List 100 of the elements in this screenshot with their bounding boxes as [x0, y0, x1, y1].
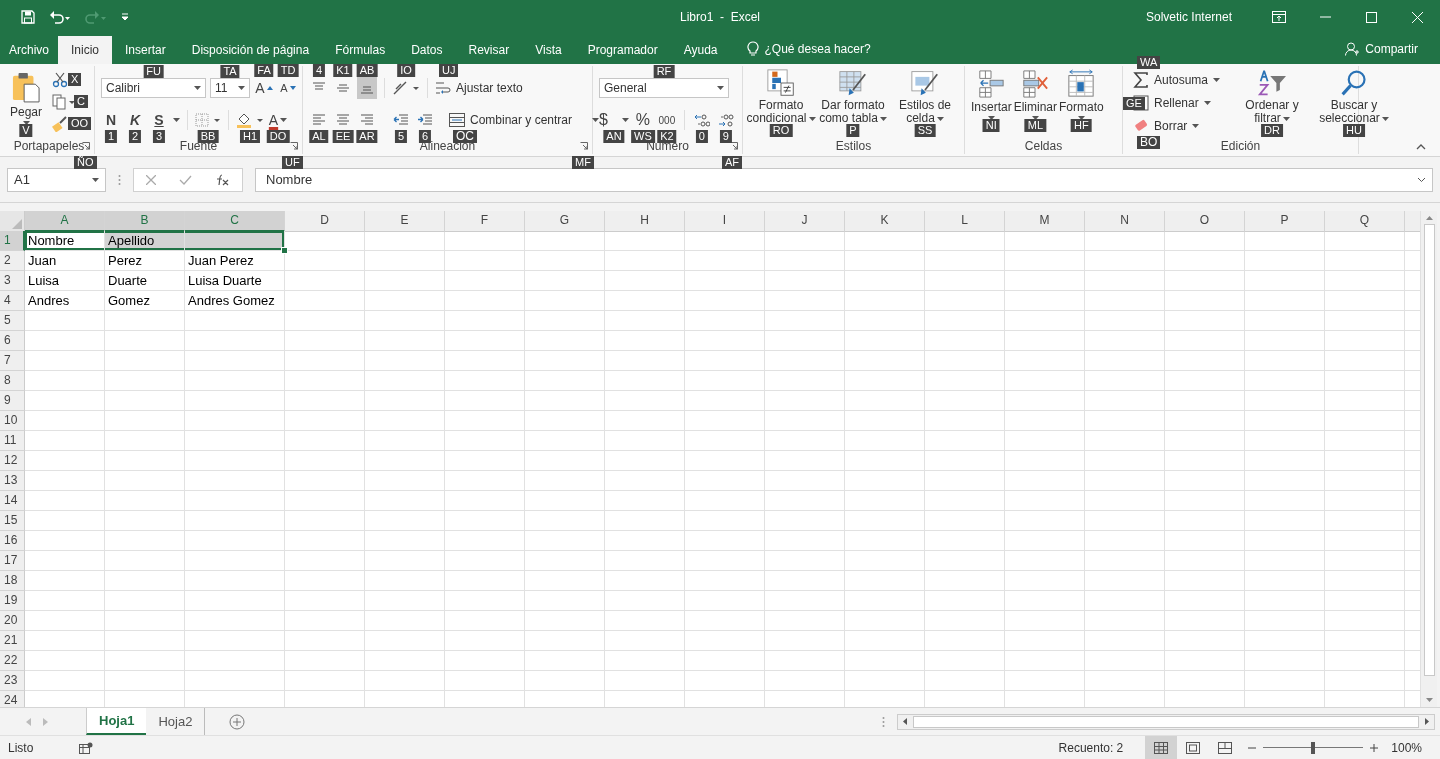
row-header[interactable]: 24	[0, 691, 25, 707]
keytip-tooltip: AN	[603, 130, 625, 143]
shrink-font-button[interactable]: A	[278, 77, 298, 99]
row-header[interactable]: 3	[0, 271, 25, 291]
editing-button[interactable]: Borrar	[1133, 115, 1200, 137]
row-header[interactable]: 10	[0, 411, 25, 431]
currency-button[interactable]: $	[599, 109, 629, 131]
underline-button[interactable]: S	[149, 109, 169, 131]
keytip-tooltip: 9	[719, 130, 732, 143]
column-header[interactable]: O	[1165, 211, 1245, 232]
cells-button[interactable]: Insertar	[971, 69, 1012, 120]
sheet-cell[interactable]: Nombre	[25, 231, 105, 251]
ribbon-tab[interactable]: Revisar	[455, 36, 523, 64]
row-header[interactable]: 11	[0, 431, 25, 451]
cell-text: Luisa Duarte	[188, 272, 262, 290]
row-header[interactable]: 21	[0, 631, 25, 651]
tell-me-field[interactable]: ¿Qué desea hacer?	[764, 34, 905, 64]
column-header[interactable]: E	[365, 211, 445, 232]
column-header[interactable]: H	[605, 211, 685, 232]
share-button[interactable]: Compartir	[1345, 34, 1440, 64]
row-header[interactable]: 16	[0, 531, 25, 551]
merge-center-button[interactable]: Combinar y centrar	[449, 109, 600, 131]
column-header[interactable]: G	[525, 211, 605, 232]
cells-button[interactable]: Formato	[1059, 69, 1104, 120]
ribbon-tab[interactable]: Vista	[522, 36, 575, 64]
styles-button[interactable]: Dar formato como tabla	[818, 69, 888, 125]
styles-button[interactable]: Estilos de celda	[890, 69, 960, 125]
column-header[interactable]: I	[685, 211, 765, 232]
row-header[interactable]: 6	[0, 331, 25, 351]
keytip-tooltip: HU	[1343, 124, 1365, 137]
row-header[interactable]: 15	[0, 511, 25, 531]
keytip-tooltip: HF	[1071, 119, 1092, 132]
cell-text: Perez	[108, 252, 142, 270]
ribbon-tab[interactable]: Inicio	[58, 36, 113, 64]
column-header[interactable]: D	[285, 211, 365, 232]
column-header[interactable]: C	[185, 211, 285, 232]
column-header[interactable]: L	[925, 211, 1005, 232]
row-header[interactable]: 9	[0, 391, 25, 411]
paste-button[interactable]: Pegar	[10, 69, 43, 125]
ribbon-tab[interactable]: Disposición de página	[178, 36, 323, 64]
font-color-button[interactable]: A	[268, 109, 288, 131]
keytip-tooltip: DO	[266, 130, 290, 143]
ribbon-tab[interactable]: Datos	[398, 36, 456, 64]
row-header[interactable]: 14	[0, 491, 25, 511]
italic-button[interactable]: K	[125, 109, 145, 131]
row-header[interactable]: 19	[0, 591, 25, 611]
thousands-button[interactable]: 000	[656, 109, 677, 131]
cells-button[interactable]: Eliminar	[1013, 69, 1058, 120]
row-header[interactable]: 7	[0, 351, 25, 371]
name-box[interactable]: A1	[7, 167, 106, 192]
number-format-dropdown[interactable]: General	[599, 78, 729, 98]
column-header[interactable]: F	[445, 211, 525, 232]
ribbon-tab[interactable]: Programador	[574, 36, 671, 64]
status-text: Listo	[8, 740, 34, 755]
keytip-tooltip: RO	[769, 124, 793, 137]
sheet-cell[interactable]: Apellido	[105, 231, 185, 251]
formula-field[interactable]: Nombre	[255, 167, 1433, 192]
keytip-tooltip: GE	[1123, 97, 1145, 110]
column-header[interactable]: P	[1245, 211, 1325, 232]
keytip-tooltip: 5	[394, 130, 408, 143]
keytip-tooltip: MF	[572, 156, 594, 169]
grow-font-button[interactable]: A	[254, 77, 274, 99]
sheet-tab[interactable]: Hoja1	[86, 708, 147, 735]
row-header[interactable]: 17	[0, 551, 25, 571]
row-header[interactable]: 20	[0, 611, 25, 631]
bold-button[interactable]: N	[101, 109, 121, 131]
row-header[interactable]: 12	[0, 451, 25, 471]
group-label: Edición	[1220, 139, 1261, 154]
styles-button[interactable]: Formato condicional	[746, 69, 816, 125]
column-header[interactable]: J	[765, 211, 845, 232]
keytip-tooltip: 1	[104, 130, 118, 143]
column-header[interactable]: N	[1085, 211, 1165, 232]
column-header[interactable]: K	[845, 211, 925, 232]
ribbon-tab[interactable]: Insertar	[112, 36, 179, 64]
percent-button[interactable]: %	[632, 109, 653, 131]
row-header[interactable]: 4	[0, 291, 25, 311]
column-header[interactable]: A	[25, 211, 105, 232]
row-header[interactable]: 22	[0, 651, 25, 671]
editing-button[interactable]: Buscar y seleccionar	[1314, 69, 1395, 125]
row-header[interactable]: 13	[0, 471, 25, 491]
editing-button[interactable]: Autosuma	[1133, 69, 1221, 91]
wrap-text-button[interactable]: Ajustar texto	[435, 77, 523, 99]
column-header[interactable]: M	[1005, 211, 1085, 232]
font-name-dropdown[interactable]: Calibri	[101, 78, 206, 98]
column-header[interactable]: B	[105, 211, 185, 232]
ribbon-tab[interactable]: Ayuda	[670, 36, 731, 64]
row-header[interactable]: 23	[0, 671, 25, 691]
row-header[interactable]: 1	[0, 231, 25, 251]
font-size-dropdown[interactable]: 11	[210, 78, 250, 98]
ribbon-tab[interactable]: Archivo	[0, 36, 58, 64]
row-header[interactable]: 18	[0, 571, 25, 591]
editing-button[interactable]: Ordenar y filtrar	[1232, 69, 1313, 125]
column-header[interactable]: Q	[1325, 211, 1405, 232]
keytip-tooltip: IO	[397, 64, 415, 77]
row-header[interactable]: 2	[0, 251, 25, 271]
row-header[interactable]: 8	[0, 371, 25, 391]
row-header[interactable]: 5	[0, 311, 25, 331]
keytip-tooltip: BB	[197, 130, 219, 143]
zoom-level[interactable]: 100%	[1391, 740, 1422, 755]
ribbon-tab[interactable]: Fórmulas	[322, 36, 399, 64]
